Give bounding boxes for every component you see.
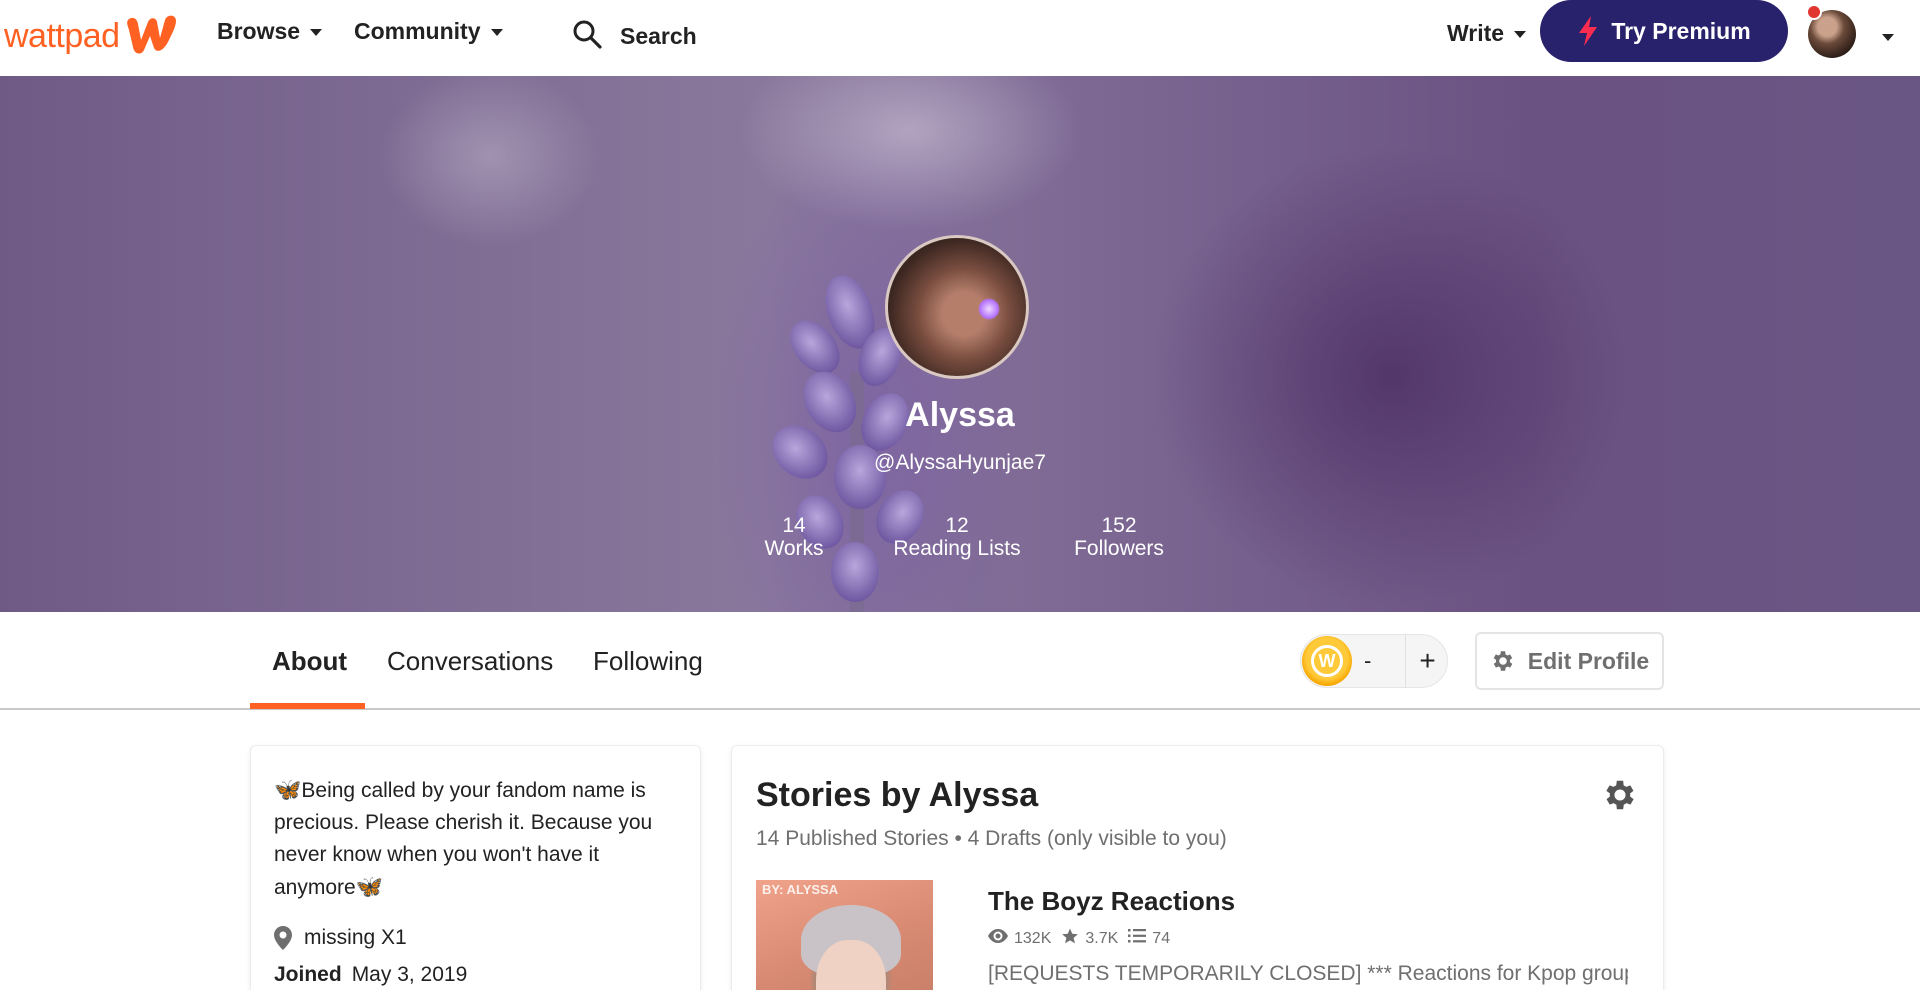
- try-premium-label: Try Premium: [1611, 17, 1751, 44]
- top-navigation: wattpad Browse Community Write Try Premi…: [0, 0, 1920, 76]
- stories-card: Stories by Alyssa 14 Published Stories •…: [731, 745, 1664, 990]
- about-joined: Joined May 3, 2019: [274, 963, 467, 987]
- profile-handle: @AlyssaHyunjae7: [874, 451, 1046, 474]
- story-description: [REQUESTS TEMPORARILY CLOSED] *** Reacti…: [988, 962, 1628, 985]
- search-icon[interactable]: [572, 19, 602, 54]
- lightning-bolt-icon: [1577, 16, 1599, 46]
- chevron-down-icon: [310, 29, 323, 36]
- stat-value: 14: [782, 514, 806, 537]
- logo-text: wattpad: [4, 16, 120, 55]
- location-pin-icon: [274, 926, 292, 950]
- stat-label: Works: [764, 537, 824, 560]
- gear-icon[interactable]: [1601, 776, 1639, 819]
- joined-label: Joined: [274, 963, 342, 986]
- chevron-down-icon: [1514, 31, 1527, 38]
- stat-reading-lists[interactable]: 12 Reading Lists: [886, 514, 1028, 560]
- story-cover-image[interactable]: BY: ALYSSA: [756, 880, 933, 990]
- community-label: Community: [354, 18, 481, 44]
- profile-name: Alyssa: [905, 396, 1015, 434]
- write-menu[interactable]: Write: [1447, 20, 1527, 47]
- write-label: Write: [1447, 20, 1505, 46]
- search-input[interactable]: [620, 22, 880, 50]
- story-reads: 132K: [1014, 929, 1052, 947]
- avatar-sparkle: [978, 298, 1000, 320]
- wattpad-coin-icon: W: [1302, 636, 1352, 686]
- tab-about[interactable]: About: [272, 646, 347, 677]
- chevron-down-icon[interactable]: [1882, 34, 1894, 41]
- about-card: 🦋Being called by your fandom name is pre…: [250, 745, 701, 990]
- stat-value: 152: [1101, 514, 1137, 537]
- stat-works[interactable]: 14 Works: [740, 514, 848, 560]
- active-tab-indicator: [250, 703, 365, 709]
- coin-count: -: [1364, 648, 1372, 673]
- notification-dot: [1806, 4, 1822, 20]
- chevron-down-icon: [490, 29, 503, 36]
- edit-profile-label: Edit Profile: [1527, 647, 1650, 674]
- about-location: missing X1: [274, 926, 407, 950]
- stories-subtitle: 14 Published Stories • 4 Drafts (only vi…: [756, 827, 1227, 850]
- stat-followers[interactable]: 152 Followers: [1056, 514, 1182, 560]
- wattpad-logo[interactable]: wattpad: [4, 10, 182, 62]
- joined-date: May 3, 2019: [351, 963, 468, 986]
- story-parts: 74: [1152, 929, 1171, 947]
- story-votes: 3.7K: [1085, 929, 1119, 947]
- story-stats: 132K 3.7K 74: [988, 927, 1180, 950]
- list-icon: [1128, 928, 1147, 949]
- stat-label: Followers: [1074, 537, 1164, 560]
- logo-w-icon: [124, 12, 182, 61]
- butterfly-emoji: 🦋: [274, 777, 302, 802]
- coin-balance: W - +: [1300, 634, 1448, 688]
- stat-value: 12: [945, 514, 969, 537]
- tab-following[interactable]: Following: [593, 646, 703, 677]
- cover-label: BY: ALYSSA: [762, 882, 839, 897]
- profile-avatar: [885, 235, 1029, 379]
- tab-conversations[interactable]: Conversations: [387, 646, 553, 677]
- search-bar: [572, 16, 892, 56]
- browse-menu[interactable]: Browse: [217, 18, 323, 45]
- stat-label: Reading Lists: [893, 537, 1021, 560]
- location-text: missing X1: [304, 926, 407, 949]
- try-premium-button[interactable]: Try Premium: [1540, 0, 1788, 62]
- eye-icon: [988, 929, 1008, 948]
- butterfly-emoji: 🦋: [355, 874, 384, 899]
- bio-text: Being called by your fandom name is prec…: [274, 779, 653, 899]
- about-bio: 🦋Being called by your fandom name is pre…: [274, 774, 677, 904]
- buy-coins-button[interactable]: +: [1405, 635, 1449, 687]
- story-title[interactable]: The Boyz Reactions: [988, 886, 1235, 917]
- browse-label: Browse: [217, 18, 301, 44]
- edit-profile-button[interactable]: Edit Profile: [1475, 632, 1664, 690]
- community-menu[interactable]: Community: [354, 18, 503, 45]
- star-icon: [1061, 927, 1079, 950]
- profile-tabbar: About Conversations Following W - + Edit…: [0, 612, 1920, 710]
- gear-icon: [1490, 648, 1516, 674]
- stories-title: Stories by Alyssa: [756, 776, 1039, 814]
